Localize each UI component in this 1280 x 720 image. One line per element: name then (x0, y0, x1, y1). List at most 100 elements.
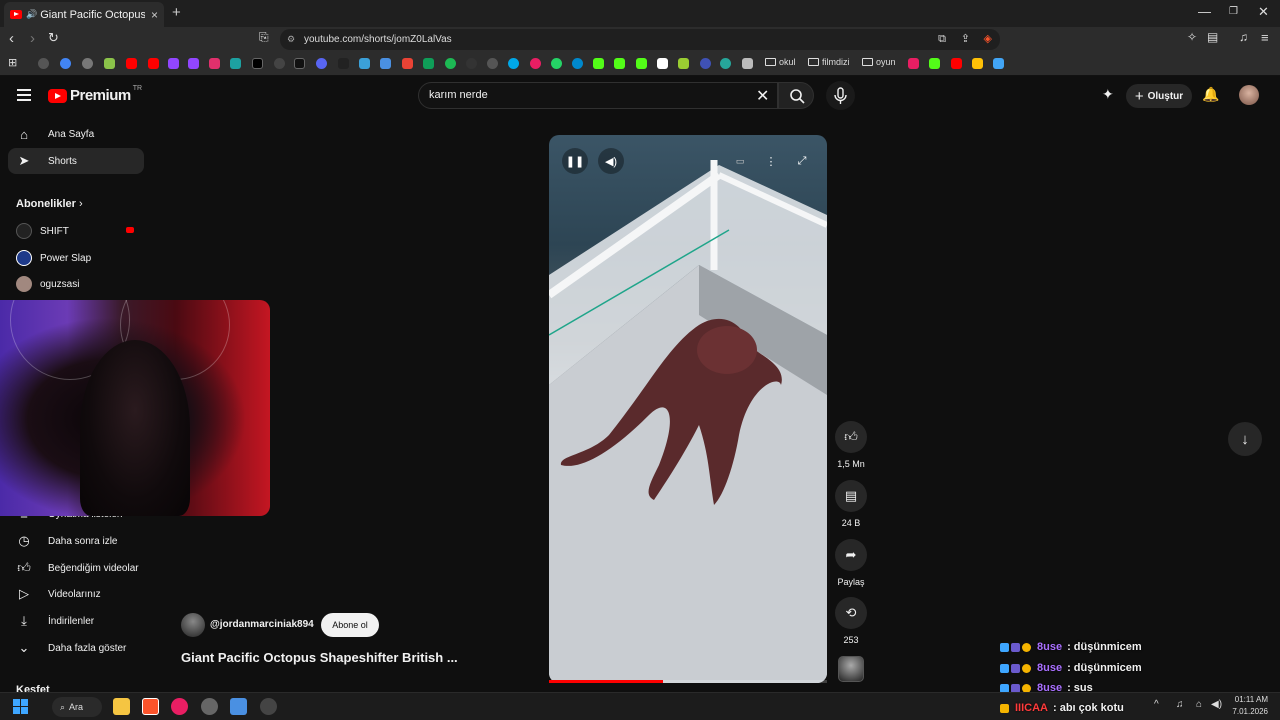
youtube-premium-logo[interactable]: Premium TR (48, 85, 142, 104)
kick-bookmark-icon[interactable] (636, 58, 647, 69)
back-icon[interactable]: ‹ (9, 30, 14, 47)
browser-tab[interactable]: 🔊 Giant Pacific Octopus Shapesh × (4, 2, 164, 27)
more-options-button[interactable]: ⋮ (758, 148, 784, 174)
share-action[interactable]: ➦ Paylaş (834, 539, 868, 587)
instagram-bookmark-icon[interactable] (209, 58, 220, 69)
brave-shield-icon[interactable]: ◈ (984, 29, 992, 50)
subscription-power-slap[interactable]: Power Slap (8, 245, 144, 271)
windows-start-icon[interactable] (13, 699, 29, 715)
settings-app-icon[interactable] (260, 698, 277, 715)
discord-bookmark-icon[interactable] (316, 58, 327, 69)
bookmark-site-icon[interactable] (466, 58, 477, 69)
voice-search-button[interactable] (826, 81, 855, 110)
media-icon[interactable]: ♫ (1239, 30, 1248, 44)
subscriptions-heading[interactable]: Abonelikler › (16, 198, 83, 210)
bookmark-site-icon[interactable] (972, 58, 983, 69)
video-title[interactable]: Giant Pacific Octopus Shapeshifter Briti… (181, 650, 458, 665)
media-player-icon[interactable] (171, 698, 188, 715)
apps-grid-icon[interactable]: ⊞ (8, 56, 17, 69)
account-avatar[interactable] (1239, 85, 1259, 105)
bookmark-folder-filmdizi[interactable]: filmdizi (808, 57, 850, 67)
photos-icon[interactable] (230, 698, 247, 715)
bookmark-site-icon[interactable] (380, 58, 391, 69)
close-tab-icon[interactable]: × (151, 8, 158, 22)
file-explorer-icon[interactable] (113, 698, 130, 715)
bookmark-site-icon[interactable] (657, 58, 668, 69)
bookmark-site-icon[interactable] (720, 58, 731, 69)
bookmark-site-icon[interactable] (230, 58, 241, 69)
short-video-player[interactable]: ❚❚ ◀) ▭ ⋮ ⤢ (549, 135, 827, 683)
bookmark-site-icon[interactable] (993, 58, 1004, 69)
kick-bookmark-icon[interactable] (929, 58, 940, 69)
sidebar-item-watch-later[interactable]: ◷ Daha sonra izle (8, 528, 144, 554)
sidepanel-icon[interactable]: ▤ (1207, 30, 1218, 44)
search-button[interactable] (778, 82, 814, 109)
volume-button[interactable]: ◀) (598, 148, 624, 174)
channel-avatar[interactable] (181, 613, 205, 637)
site-info-icon[interactable]: ⚙ (287, 29, 295, 50)
bookmark-site-icon[interactable] (487, 58, 498, 69)
like-button[interactable]: 👍︎ (835, 421, 867, 453)
sidebar-item-liked-videos[interactable]: 👍︎ Beğendiğim videolar (8, 555, 144, 581)
pause-button[interactable]: ❚❚ (562, 148, 588, 174)
taskbar-search[interactable]: ⌕ Ara (52, 697, 102, 717)
subscription-shift[interactable]: SHIFT (8, 218, 144, 244)
remix-action[interactable]: ⟲ 253 (834, 597, 868, 645)
share-icon[interactable]: ⇪ (961, 29, 970, 50)
youtube-bookmark-icon[interactable] (951, 58, 962, 69)
kick-bookmark-icon[interactable] (614, 58, 625, 69)
subscription-oguzsasi[interactable]: oguzsasi (8, 271, 144, 297)
system-clock[interactable]: 01:11 AM 7.01.2026 (1232, 694, 1268, 718)
history-icon[interactable] (38, 58, 49, 69)
sound-thumbnail[interactable] (838, 656, 864, 682)
restore-icon[interactable]: ❐ (1229, 6, 1238, 17)
bookmark-site-icon[interactable] (908, 58, 919, 69)
youtube-bookmark-icon[interactable] (148, 58, 159, 69)
telegram-bookmark-icon[interactable] (572, 58, 583, 69)
comment-action[interactable]: ▤ 24 B (834, 480, 868, 528)
youtube-bookmark-icon[interactable] (126, 58, 137, 69)
next-short-button[interactable]: ↓ (1228, 422, 1262, 456)
comment-button[interactable]: ▤ (835, 480, 867, 512)
obs-icon[interactable] (201, 698, 218, 715)
clear-search-icon[interactable]: ✕ (756, 86, 769, 106)
minimize-icon[interactable]: — (1198, 4, 1211, 19)
sidebar-item-downloads[interactable]: ⤓ İndirilenler (8, 608, 144, 634)
like-action[interactable]: 👍︎ 1,5 Mn (834, 421, 868, 469)
sidebar-item-home[interactable]: ⌂ Ana Sayfa (8, 121, 144, 147)
bookmark-site-icon[interactable] (678, 58, 689, 69)
bookmark-icon[interactable]: ⎘ (259, 30, 269, 45)
bookmark-site-icon[interactable] (274, 58, 285, 69)
tiktok-bookmark-icon[interactable] (294, 58, 305, 69)
x-bookmark-icon[interactable] (252, 58, 263, 69)
whatsapp-bookmark-icon[interactable] (551, 58, 562, 69)
new-tab-icon[interactable]: + (172, 4, 181, 21)
tray-chevron-up-icon[interactable]: ^ (1154, 699, 1159, 710)
reload-icon[interactable]: ↻ (48, 30, 59, 46)
bookmark-folder-oyun[interactable]: oyun (862, 57, 896, 67)
guide-menu-icon[interactable] (17, 89, 31, 104)
share-button[interactable]: ➦ (835, 539, 867, 571)
subscribe-button[interactable]: Abone ol (321, 613, 379, 637)
twitch-bookmark-icon[interactable] (188, 58, 199, 69)
spotify-bookmark-icon[interactable] (445, 58, 456, 69)
fullscreen-button[interactable]: ⤢ (789, 148, 815, 174)
speaker-icon[interactable]: ◀) (1211, 699, 1222, 710)
close-window-icon[interactable]: ✕ (1258, 4, 1269, 20)
channel-name[interactable]: @jordanmarciniak894 (210, 619, 314, 630)
menu-icon[interactable]: ≡ (1261, 30, 1269, 45)
bookmark-folder-okul[interactable]: okul (765, 57, 796, 67)
gemini-sparkle-icon[interactable]: ✦ (1102, 86, 1114, 103)
create-button[interactable]: + Oluştur (1126, 84, 1192, 108)
bookmark-site-icon[interactable] (742, 58, 753, 69)
sidebar-item-shorts[interactable]: ➤ Shorts (8, 148, 144, 174)
captions-button[interactable]: ▭ (727, 148, 753, 174)
bookmark-site-icon[interactable] (82, 58, 93, 69)
bookmark-site-icon[interactable] (530, 58, 541, 69)
notifications-bell-icon[interactable]: 🔔 (1202, 86, 1219, 103)
search-input[interactable]: karım nerde (418, 82, 778, 109)
twitch-bookmark-icon[interactable] (168, 58, 179, 69)
bookmark-site-icon[interactable] (338, 58, 349, 69)
bookmark-site-icon[interactable] (508, 58, 519, 69)
bookmark-site-icon[interactable] (104, 58, 115, 69)
